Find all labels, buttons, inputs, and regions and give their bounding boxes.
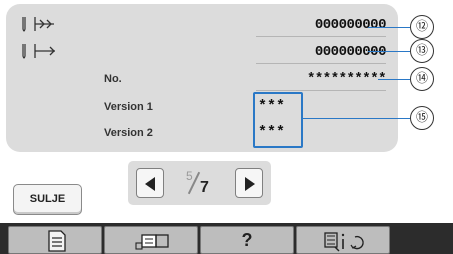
row-serial-number: No. ********** <box>6 69 387 91</box>
callout-13: ⑬ <box>410 39 434 63</box>
callout-line <box>368 51 410 52</box>
sewing-machine-icon <box>135 234 169 250</box>
callout-line <box>378 79 410 80</box>
version-1-value: *** <box>258 98 286 115</box>
arrow-left-icon <box>145 177 155 191</box>
version-1-label: Version 1 <box>104 101 153 113</box>
current-page: 5 <box>186 169 193 183</box>
row-total-stitch-count: 000000000 <box>6 42 387 64</box>
document-icon <box>48 230 66 252</box>
total-pages: 7 <box>200 179 209 196</box>
callout-12: ⑫ <box>410 15 434 39</box>
page-navigator: 5 7 <box>128 161 271 205</box>
version-2-label: Version 2 <box>104 127 153 139</box>
total-count-value: 000000000 <box>314 44 387 60</box>
row-divider <box>256 36 386 37</box>
stitch-count-value: 000000000 <box>314 17 387 33</box>
row-divider <box>256 90 386 91</box>
info-panel: 000000000 000000000 No. ********** Versi… <box>6 4 398 152</box>
settings-button[interactable] <box>296 226 390 254</box>
close-button[interactable]: SULJE <box>13 184 82 215</box>
callout-14: ⑭ <box>410 67 434 91</box>
settings-icon <box>324 232 364 252</box>
needle-stitch-count-icon <box>22 17 54 32</box>
needle-total-count-icon <box>22 44 55 59</box>
row-version-1: Version 1 <box>6 97 386 119</box>
version-2-value: *** <box>258 124 286 141</box>
row-stitch-count: 000000000 <box>6 15 387 37</box>
callout-line <box>303 118 410 119</box>
previous-page-button[interactable] <box>136 168 164 198</box>
row-version-2: Version 2 <box>6 123 386 145</box>
help-button[interactable]: ? <box>200 226 294 254</box>
next-page-button[interactable] <box>235 168 263 198</box>
row-divider <box>256 63 386 64</box>
sewing-machine-button[interactable] <box>104 226 198 254</box>
callout-15: ⑮ <box>410 106 434 130</box>
serial-number-label: No. <box>104 73 122 85</box>
arrow-right-icon <box>245 177 255 191</box>
callout-line <box>368 27 410 28</box>
serial-number-value: ********** <box>306 71 387 87</box>
document-button[interactable] <box>8 226 102 254</box>
